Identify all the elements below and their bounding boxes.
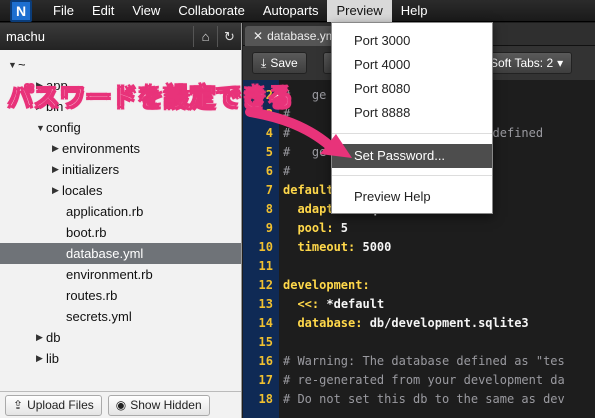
annotation-arrow-shaft (245, 107, 335, 151)
app-window: N File Edit View Collaborate Autoparts P… (0, 0, 595, 418)
annotation-arrow (245, 107, 352, 158)
annotation-text: パスワードを設定できる (8, 84, 294, 113)
